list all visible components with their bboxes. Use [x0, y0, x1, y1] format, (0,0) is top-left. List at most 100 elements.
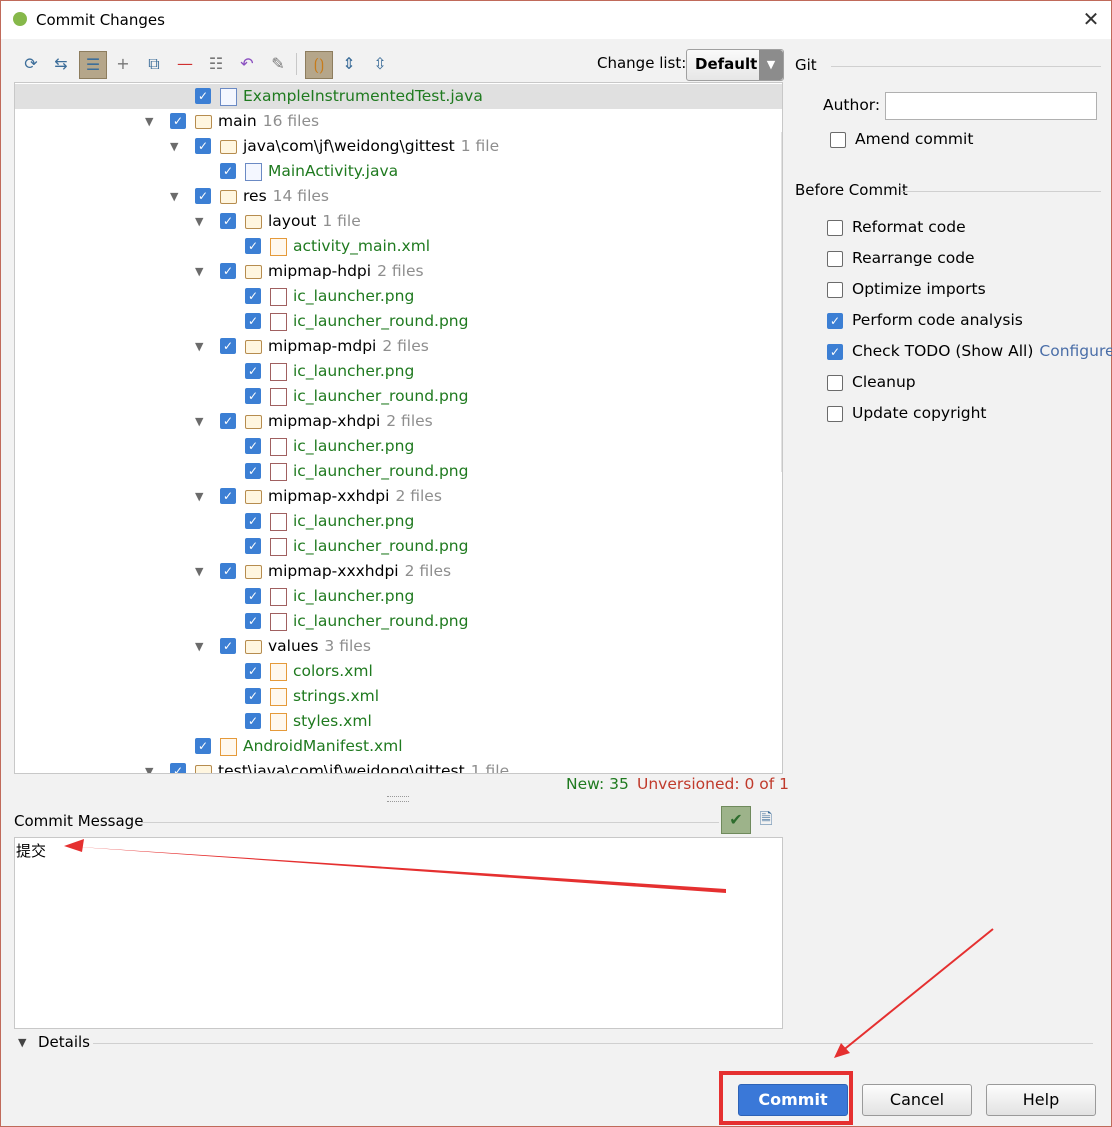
preview-diff-icon[interactable]: ⟮⟯ — [305, 51, 333, 79]
expand-toggle-icon[interactable]: ▼ — [145, 115, 153, 128]
tree-file-row[interactable]: ✓ colors.xml — [15, 659, 782, 684]
expand-toggle-icon[interactable]: ▼ — [195, 565, 203, 578]
expand-toggle-icon[interactable]: ▼ — [145, 765, 153, 773]
tree-file-row[interactable]: ✓ ic_launcher.png — [15, 509, 782, 534]
tree-file-row[interactable]: ✓ ic_launcher_round.png — [15, 309, 782, 334]
file-include-checkbox[interactable]: ✓ — [220, 488, 236, 504]
file-include-checkbox[interactable]: ✓ — [245, 688, 261, 704]
file-include-checkbox[interactable]: ✓ — [220, 338, 236, 354]
refresh-changes-icon[interactable]: ⟳ — [18, 51, 44, 77]
file-include-checkbox[interactable]: ✓ — [245, 713, 261, 729]
file-include-checkbox[interactable]: ✓ — [245, 238, 261, 254]
file-include-checkbox[interactable]: ✓ — [220, 638, 236, 654]
file-include-checkbox[interactable]: ✓ — [195, 188, 211, 204]
tree-folder-row[interactable]: ▼ ✓ mipmap-xhdpi 2 files — [15, 409, 782, 434]
checkbox[interactable] — [827, 220, 843, 236]
group-by-icon[interactable]: ☷ — [203, 51, 229, 77]
tree-file-row[interactable]: ✓ ic_launcher_round.png — [15, 534, 782, 559]
checkbox[interactable] — [827, 282, 843, 298]
checkbox[interactable] — [827, 251, 843, 267]
author-input[interactable] — [885, 92, 1097, 120]
file-include-checkbox[interactable]: ✓ — [245, 513, 261, 529]
revert-icon[interactable]: ↶ — [234, 51, 260, 77]
tree-folder-row[interactable]: ▼ ✓ java\com\jf\weidong\gittest 1 file — [15, 134, 782, 159]
spellcheck-icon[interactable]: ✔ — [721, 806, 751, 834]
file-include-checkbox[interactable]: ✓ — [220, 163, 236, 179]
tree-folder-row[interactable]: ▼ ✓ res 14 files — [15, 184, 782, 209]
file-include-checkbox[interactable]: ✓ — [245, 538, 261, 554]
rollback-icon[interactable]: ⇆ — [48, 51, 74, 77]
move-to-changelist-icon[interactable]: ⧉ — [141, 51, 167, 77]
file-include-checkbox[interactable]: ✓ — [245, 588, 261, 604]
expand-toggle-icon[interactable]: ▼ — [195, 415, 203, 428]
expand-toggle-icon[interactable]: ▼ — [195, 265, 203, 278]
splitter-handle[interactable] — [387, 796, 409, 802]
file-include-checkbox[interactable]: ✓ — [245, 663, 261, 679]
cancel-button[interactable]: Cancel — [862, 1084, 972, 1116]
checkbox[interactable] — [827, 375, 843, 391]
tree-folder-row[interactable]: ▼ ✓ mipmap-xxhdpi 2 files — [15, 484, 782, 509]
file-include-checkbox[interactable]: ✓ — [245, 363, 261, 379]
commit-message-input[interactable]: 提交 — [14, 837, 783, 1029]
tree-file-row[interactable]: ✓ MainActivity.java — [15, 159, 782, 184]
tree-file-row[interactable]: ✓ ic_launcher.png — [15, 284, 782, 309]
edit-source-icon[interactable]: ✎ — [265, 51, 291, 77]
tree-folder-row[interactable]: ▼ ✓ mipmap-hdpi 2 files — [15, 259, 782, 284]
file-include-checkbox[interactable]: ✓ — [220, 263, 236, 279]
help-button[interactable]: Help — [986, 1084, 1096, 1116]
tree-file-row[interactable]: ✓ strings.xml — [15, 684, 782, 709]
tree-file-row[interactable]: ✓ ic_launcher_round.png — [15, 384, 782, 409]
tree-folder-row[interactable]: ▼ ✓ mipmap-mdpi 2 files — [15, 334, 782, 359]
show-diff-icon[interactable]: ☰ — [79, 51, 107, 79]
remove-icon[interactable]: — — [172, 51, 198, 77]
file-include-checkbox[interactable]: ✓ — [245, 463, 261, 479]
expand-all-icon[interactable]: ⇕ — [336, 51, 362, 77]
file-include-checkbox[interactable]: ✓ — [220, 413, 236, 429]
collapse-all-icon[interactable]: ⇳ — [367, 51, 393, 77]
file-include-checkbox[interactable]: ✓ — [245, 388, 261, 404]
details-toggle[interactable]: Details — [38, 1033, 90, 1051]
file-include-checkbox[interactable]: ✓ — [220, 563, 236, 579]
add-icon[interactable]: + — [110, 51, 136, 77]
tree-file-row[interactable]: ✓ ExampleInstrumentedTest.java — [15, 84, 782, 109]
expand-toggle-icon[interactable]: ▼ — [170, 190, 178, 203]
file-include-checkbox[interactable]: ✓ — [245, 288, 261, 304]
file-include-checkbox[interactable]: ✓ — [170, 763, 186, 773]
checkbox[interactable] — [827, 406, 843, 422]
chevron-down-icon[interactable]: ▼ — [18, 1036, 26, 1049]
tree-folder-row[interactable]: ▼ ✓ layout 1 file — [15, 209, 782, 234]
tree-file-row[interactable]: ✓ ic_launcher_round.png — [15, 459, 782, 484]
close-icon[interactable]: ✕ — [1079, 7, 1103, 31]
tree-file-row[interactable]: ✓ ic_launcher.png — [15, 434, 782, 459]
tree-file-row[interactable]: ✓ ic_launcher.png — [15, 359, 782, 384]
expand-toggle-icon[interactable]: ▼ — [170, 140, 178, 153]
tree-folder-row[interactable]: ▼ ✓ mipmap-xxxhdpi 2 files — [15, 559, 782, 584]
expand-toggle-icon[interactable]: ▼ — [195, 640, 203, 653]
configure-link[interactable]: Configure — [1039, 342, 1112, 360]
option-label: Update copyright — [852, 404, 987, 422]
file-include-checkbox[interactable]: ✓ — [245, 313, 261, 329]
file-include-checkbox[interactable]: ✓ — [195, 738, 211, 754]
file-include-checkbox[interactable]: ✓ — [220, 213, 236, 229]
expand-toggle-icon[interactable]: ▼ — [195, 340, 203, 353]
tree-folder-row[interactable]: ▼ ✓ test\java\com\jf\weidong\gittest 1 file — [15, 759, 782, 773]
tree-folder-row[interactable]: ▼ ✓ values 3 files — [15, 634, 782, 659]
changelist-dropdown[interactable]: Default ▼ — [686, 49, 784, 81]
checkbox[interactable]: ✓ — [827, 313, 843, 329]
expand-toggle-icon[interactable]: ▼ — [195, 490, 203, 503]
file-include-checkbox[interactable]: ✓ — [195, 88, 211, 104]
message-history-icon[interactable]: 🗎 — [755, 808, 777, 830]
tree-file-row[interactable]: ✓ ic_launcher.png — [15, 584, 782, 609]
tree-file-row[interactable]: ✓ activity_main.xml — [15, 234, 782, 259]
checkbox[interactable] — [830, 132, 846, 148]
file-include-checkbox[interactable]: ✓ — [245, 613, 261, 629]
checkbox[interactable]: ✓ — [827, 344, 843, 360]
file-include-checkbox[interactable]: ✓ — [245, 438, 261, 454]
tree-folder-row[interactable]: ▼ ✓ main 16 files — [15, 109, 782, 134]
file-include-checkbox[interactable]: ✓ — [170, 113, 186, 129]
tree-file-row[interactable]: ✓ styles.xml — [15, 709, 782, 734]
file-include-checkbox[interactable]: ✓ — [195, 138, 211, 154]
tree-file-row[interactable]: ✓ AndroidManifest.xml — [15, 734, 782, 759]
expand-toggle-icon[interactable]: ▼ — [195, 215, 203, 228]
tree-file-row[interactable]: ✓ ic_launcher_round.png — [15, 609, 782, 634]
